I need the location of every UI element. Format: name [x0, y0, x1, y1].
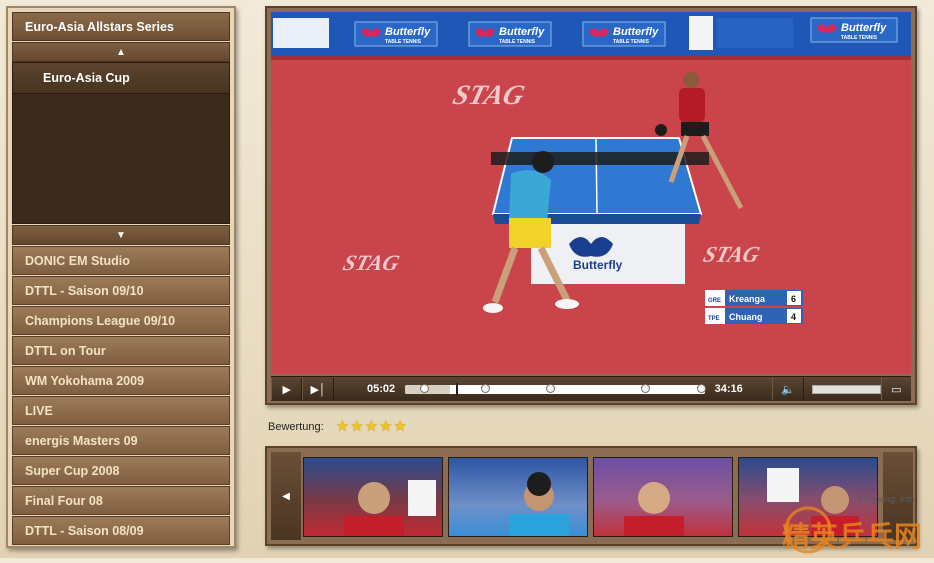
star-icon[interactable]: ★ [393, 418, 406, 435]
fullscreen-button[interactable]: ▭ [880, 378, 911, 400]
thumbnail-1[interactable] [303, 457, 443, 537]
thumbnail-image [509, 472, 569, 536]
sidebar-item-dttl-saison-09-10[interactable]: DTTL - Saison 09/10 [12, 276, 230, 305]
svg-text:4: 4 [791, 312, 796, 322]
star-icon[interactable]: ★ [336, 418, 349, 435]
fullscreen-icon: ▭ [891, 383, 902, 396]
subcategory-list: Euro-Asia Cup [12, 62, 230, 224]
seek-bar[interactable] [404, 382, 706, 396]
rating-label: Bewertung: [268, 421, 324, 433]
svg-text:Butterfly: Butterfly [573, 258, 623, 272]
svg-text:Butterfly: Butterfly [385, 26, 431, 38]
svg-text:精英乒乓网: 精英乒乓网 [782, 520, 922, 553]
playlist-sidebar: Euro-Asia Allstars Series ▲ Euro-Asia Cu… [6, 6, 236, 548]
svg-text:pingpang. info: pingpang. info [858, 494, 915, 504]
sidebar-item-final-four[interactable]: Final Four 08 [12, 486, 230, 515]
rating: Bewertung: ★★★★★ [268, 418, 408, 436]
svg-text:TABLE TENNIS: TABLE TENNIS [499, 39, 536, 45]
carousel-prev-button[interactable]: ◀ [271, 452, 301, 540]
svg-text:Butterfly: Butterfly [613, 26, 659, 38]
triangle-down-icon: ▼ [116, 229, 126, 241]
thumbnail-3[interactable] [593, 457, 733, 537]
chapter-marker[interactable] [696, 383, 706, 393]
triangle-left-icon: ◀ [282, 490, 290, 502]
star-rating[interactable]: ★★★★★ [336, 418, 408, 436]
play-icon: ▶ [282, 383, 291, 396]
svg-text:GRE: GRE [708, 298, 721, 304]
sidebar-item-champions-league[interactable]: Champions League 09/10 [12, 306, 230, 335]
triangle-up-icon: ▲ [116, 46, 126, 58]
site-watermark: pingpang. info 精英乒乓网 [778, 488, 934, 558]
butterfly-banner: Butterfly TABLE TENNIS [354, 21, 438, 47]
video-scene: Butterfly TABLE TENNIS Butterfly TABLE T… [271, 12, 911, 374]
player-controls: ▶ ▶│ 05:02 34:16 🔈 ▭ [271, 376, 911, 401]
scroll-up-button[interactable]: ▲ [12, 42, 230, 62]
duration-time: 34:16 [714, 383, 743, 395]
video-player: Butterfly TABLE TENNIS Butterfly TABLE T… [265, 6, 917, 405]
skip-next-icon: ▶│ [310, 383, 326, 396]
svg-text:Chuang: Chuang [729, 312, 763, 322]
scroll-down-button[interactable]: ▼ [12, 225, 230, 245]
volume-level [812, 385, 880, 393]
chapter-marker[interactable] [419, 383, 429, 393]
sidebar-item-dttl-saison-08-09[interactable]: DTTL - Saison 08/09 [12, 516, 230, 545]
sidebar-item-live[interactable]: LIVE [12, 396, 230, 425]
sidebar-item-dttl-on-tour[interactable]: DTTL on Tour [12, 336, 230, 365]
svg-text:Kreanga: Kreanga [729, 294, 766, 304]
star-icon[interactable]: ★ [350, 418, 363, 435]
video-frame[interactable]: Butterfly TABLE TENNIS Butterfly TABLE T… [271, 12, 911, 374]
seek-handle[interactable] [455, 382, 458, 396]
svg-text:Butterfly: Butterfly [841, 22, 887, 34]
speaker-icon: 🔈 [781, 383, 795, 396]
category-header[interactable]: Euro-Asia Allstars Series [12, 12, 230, 41]
thumbnail-image [344, 480, 436, 536]
svg-text:TPE: TPE [708, 316, 720, 322]
sidebar-item-donic-em-studio[interactable]: DONIC EM Studio [12, 246, 230, 275]
sidebar-item-super-cup[interactable]: Super Cup 2008 [12, 456, 230, 485]
chapter-marker[interactable] [480, 383, 490, 393]
star-icon[interactable]: ★ [365, 418, 378, 435]
star-icon[interactable]: ★ [379, 418, 392, 435]
floor-logo-left: STAG [341, 250, 403, 275]
subcategory-item-euro-asia-cup[interactable]: Euro-Asia Cup [13, 63, 229, 94]
chapter-marker[interactable] [640, 383, 650, 393]
floor-logo-top: STAG [450, 80, 529, 110]
sidebar-item-energis-masters[interactable]: energis Masters 09 [12, 426, 230, 455]
svg-text:6: 6 [791, 294, 796, 304]
floor-logo-right: STAG [701, 242, 763, 267]
svg-text:TABLE TENNIS: TABLE TENNIS [613, 39, 650, 45]
svg-text:TABLE TENNIS: TABLE TENNIS [841, 35, 878, 41]
sidebar-item-wm-yokohama[interactable]: WM Yokohama 2009 [12, 366, 230, 395]
volume-slider[interactable] [811, 384, 881, 394]
mute-button[interactable]: 🔈 [772, 378, 804, 400]
play-button[interactable]: ▶ [271, 378, 303, 400]
svg-text:TABLE TENNIS: TABLE TENNIS [385, 39, 422, 45]
thumbnail-image [624, 482, 684, 536]
thumbnail-2[interactable] [448, 457, 588, 537]
chapter-marker[interactable] [545, 383, 555, 393]
elapsed-time: 05:02 [366, 383, 396, 395]
svg-text:Butterfly: Butterfly [499, 26, 545, 38]
next-button[interactable]: ▶│ [302, 378, 334, 400]
